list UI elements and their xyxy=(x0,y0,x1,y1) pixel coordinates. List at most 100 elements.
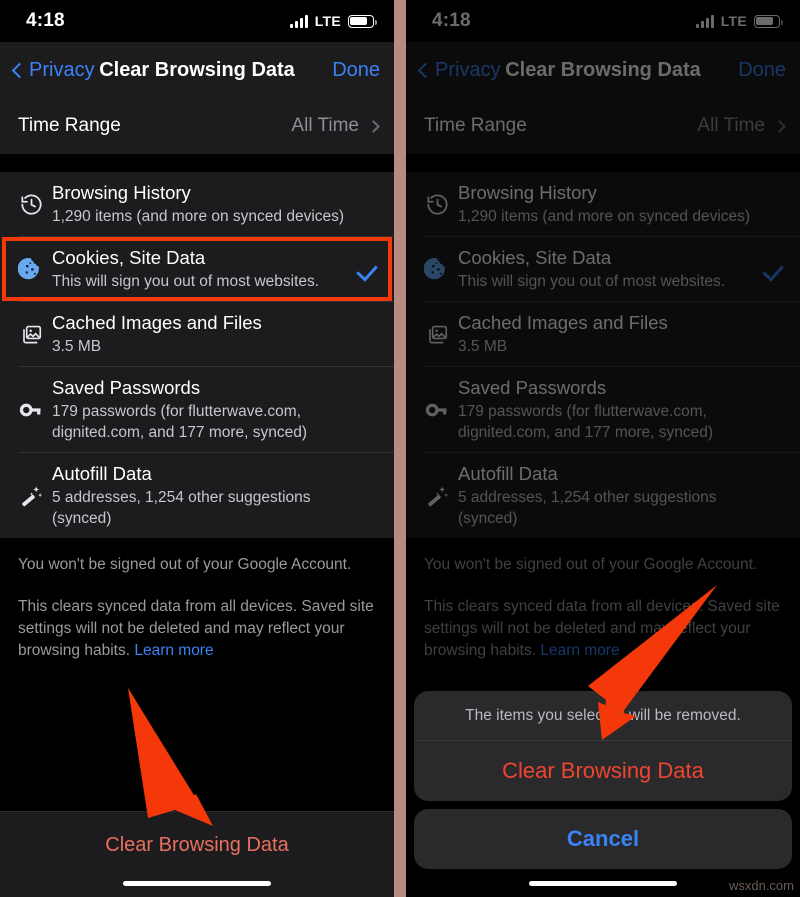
list-item-text: Cached Images and Files 3.5 MB xyxy=(52,311,378,357)
list-item-text: Autofill Data 5 addresses, 1,254 other s… xyxy=(52,462,378,529)
chevron-right-icon xyxy=(367,119,380,133)
list-item-subtitle: 5 addresses, 1,254 other suggestions (sy… xyxy=(52,489,311,527)
time-range-value: All Time xyxy=(291,115,359,136)
status-bar-clock: 4:18 xyxy=(432,10,471,31)
status-bar-clock: 4:18 xyxy=(26,10,65,31)
battery-icon xyxy=(754,14,783,28)
watermark: wsxdn.com xyxy=(728,878,794,893)
footnote-text: You won't be signed out of your Google A… xyxy=(406,538,800,662)
list-item-title: Saved Passwords xyxy=(458,377,607,398)
key-icon xyxy=(416,397,458,423)
list-item-subtitle: 179 passwords (for flutterwave.com, dign… xyxy=(52,403,308,441)
key-icon xyxy=(10,397,52,423)
list-item-subtitle: This will sign you out of most websites. xyxy=(458,273,726,290)
done-button[interactable]: Done xyxy=(332,59,380,82)
time-range-row[interactable]: Time Range All Time xyxy=(406,98,800,154)
list-item-cookies-site-data[interactable]: Cookies, Site Data This will sign you ou… xyxy=(406,237,800,301)
action-sheet: The items you selected will be removed. … xyxy=(406,691,800,897)
home-indicator xyxy=(529,881,677,886)
home-indicator xyxy=(123,881,271,886)
checkmark-icon xyxy=(358,259,378,279)
list-item-text: Cookies, Site Data This will sign you ou… xyxy=(458,246,760,292)
list-item-text: Browsing History 1,290 items (and more o… xyxy=(458,181,784,227)
list-item-title: Cookies, Site Data xyxy=(458,247,612,268)
list-item-title: Browsing History xyxy=(458,182,597,203)
history-clock-icon xyxy=(416,192,458,217)
list-item-title: Saved Passwords xyxy=(52,377,201,398)
carrier-label: LTE xyxy=(720,13,747,29)
magic-wand-icon xyxy=(416,483,458,509)
list-item-subtitle: 3.5 MB xyxy=(458,338,508,355)
chevron-left-icon xyxy=(417,62,434,78)
list-item-subtitle: 179 passwords (for flutterwave.com, dign… xyxy=(458,403,714,441)
list-item-cookies-site-data[interactable]: Cookies, Site Data This will sign you ou… xyxy=(0,237,394,301)
time-range-row[interactable]: Time Range All Time xyxy=(0,98,394,154)
phone-screen-left: 4:18 LTE Privacy Clear Browsing Data Don… xyxy=(0,0,394,897)
time-range-group: Time Range All Time xyxy=(406,98,800,154)
list-item-title: Autofill Data xyxy=(52,463,152,484)
footnote-line-1: You won't be signed out of your Google A… xyxy=(18,556,352,573)
screenshot-stage: 4:18 LTE Privacy Clear Browsing Data Don… xyxy=(0,0,800,897)
cookie-icon xyxy=(10,256,52,282)
done-button[interactable]: Done xyxy=(738,59,786,82)
list-item-subtitle: This will sign you out of most websites. xyxy=(52,273,320,290)
status-bar-indicators: LTE xyxy=(695,13,783,29)
battery-icon xyxy=(348,14,377,28)
list-item-subtitle: 3.5 MB xyxy=(52,338,102,355)
group-separator xyxy=(0,154,394,172)
list-item-text: Saved Passwords 179 passwords (for flutt… xyxy=(458,376,784,443)
status-bar: 4:18 LTE xyxy=(406,0,800,42)
navigation-bar: Privacy Clear Browsing Data Done xyxy=(0,42,394,98)
list-item-text: Saved Passwords 179 passwords (for flutt… xyxy=(52,376,378,443)
footnote-line-2: This clears synced data from all devices… xyxy=(18,596,376,662)
cancel-button[interactable]: Cancel xyxy=(414,809,792,869)
time-range-label: Time Range xyxy=(18,115,121,136)
list-item-browsing-history[interactable]: Browsing History 1,290 items (and more o… xyxy=(0,172,394,236)
confirm-clear-browsing-data-button[interactable]: Clear Browsing Data xyxy=(414,741,792,801)
list-item-autofill-data[interactable]: Autofill Data 5 addresses, 1,254 other s… xyxy=(406,453,800,538)
carrier-label: LTE xyxy=(314,13,341,29)
list-item-text: Cached Images and Files 3.5 MB xyxy=(458,311,784,357)
chevron-left-icon xyxy=(11,62,28,78)
learn-more-link[interactable]: Learn more xyxy=(540,642,619,659)
status-bar: 4:18 LTE xyxy=(0,0,394,42)
list-item-browsing-history[interactable]: Browsing History 1,290 items (and more o… xyxy=(406,172,800,236)
back-button[interactable]: Privacy xyxy=(11,59,95,82)
time-range-group: Time Range All Time xyxy=(0,98,394,154)
signal-bars-icon xyxy=(289,14,308,28)
list-item-cached-images-and-files[interactable]: Cached Images and Files 3.5 MB xyxy=(406,302,800,366)
list-item-cached-images-and-files[interactable]: Cached Images and Files 3.5 MB xyxy=(0,302,394,366)
footnote-line-1: You won't be signed out of your Google A… xyxy=(424,556,758,573)
footnote-line-2: This clears synced data from all devices… xyxy=(424,596,782,662)
settings-content: Time Range All Time Browsing History 1,2… xyxy=(0,98,394,897)
list-item-title: Cached Images and Files xyxy=(458,312,668,333)
status-bar-indicators: LTE xyxy=(289,13,377,29)
list-item-text: Cookies, Site Data This will sign you ou… xyxy=(52,246,354,292)
footnote-text: You won't be signed out of your Google A… xyxy=(0,538,394,662)
navigation-bar: Privacy Clear Browsing Data Done xyxy=(406,42,800,98)
phone-screen-right: 4:18 LTE Privacy Clear Browsing Data Don… xyxy=(406,0,800,897)
magic-wand-icon xyxy=(10,483,52,509)
list-item-title: Browsing History xyxy=(52,182,191,203)
cached-images-icon xyxy=(10,322,52,347)
list-item-autofill-data[interactable]: Autofill Data 5 addresses, 1,254 other s… xyxy=(0,453,394,538)
list-item-subtitle: 1,290 items (and more on synced devices) xyxy=(458,208,751,225)
highlighted-item-wrapper: Cookies, Site Data This will sign you ou… xyxy=(0,237,394,301)
group-separator xyxy=(406,154,800,172)
list-item-saved-passwords[interactable]: Saved Passwords 179 passwords (for flutt… xyxy=(0,367,394,452)
list-item-subtitle: 1,290 items (and more on synced devices) xyxy=(52,208,345,225)
back-button[interactable]: Privacy xyxy=(417,58,501,82)
cached-images-icon xyxy=(416,322,458,347)
list-item-text: Autofill Data 5 addresses, 1,254 other s… xyxy=(458,462,784,529)
list-item-title: Cookies, Site Data xyxy=(52,247,206,268)
learn-more-link[interactable]: Learn more xyxy=(134,642,213,659)
list-item-saved-passwords[interactable]: Saved Passwords 179 passwords (for flutt… xyxy=(406,367,800,452)
time-range-label: Time Range xyxy=(424,115,527,136)
action-sheet-group: The items you selected will be removed. … xyxy=(414,691,792,801)
back-button-label: Privacy xyxy=(435,58,501,81)
chevron-right-icon xyxy=(773,119,786,133)
cookie-icon xyxy=(416,256,458,282)
list-item-text: Browsing History 1,290 items (and more o… xyxy=(52,181,378,227)
data-types-group: Browsing History 1,290 items (and more o… xyxy=(406,172,800,538)
signal-bars-icon xyxy=(695,14,714,28)
